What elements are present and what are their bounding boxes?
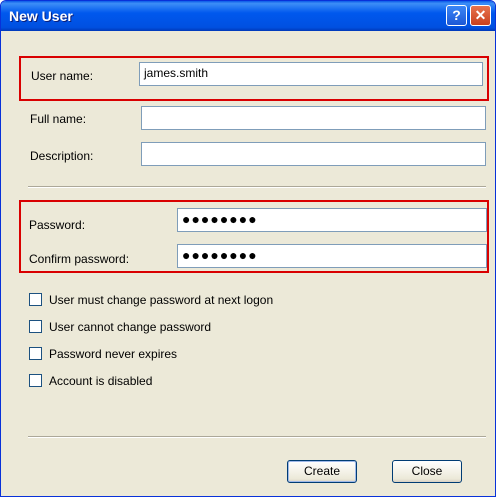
confirm-password-input[interactable]: ●●●●●●●● [177, 244, 487, 268]
close-button[interactable]: Close [392, 460, 462, 483]
must-change-password-checkbox[interactable] [29, 293, 42, 306]
account-disabled-checkbox[interactable] [29, 374, 42, 387]
full-name-label: Full name: [30, 112, 87, 126]
close-window-button[interactable]: ✕ [470, 5, 491, 26]
account-disabled-label: Account is disabled [49, 374, 153, 388]
title-bar[interactable]: New User ? ✕ [1, 1, 495, 31]
description-label: Description: [30, 149, 94, 163]
cannot-change-password-label: User cannot change password [49, 320, 212, 334]
dialog-title: New User [9, 8, 73, 24]
separator-bottom [28, 436, 486, 438]
password-never-expires-label: Password never expires [49, 347, 178, 361]
user-name-label: User name: [31, 69, 94, 83]
create-button[interactable]: Create [287, 460, 357, 483]
new-user-dialog: New User ? ✕ User name: james.smith Full… [0, 0, 496, 497]
help-button[interactable]: ? [446, 5, 467, 26]
close-icon: ✕ [474, 7, 487, 23]
confirm-password-label: Confirm password: [29, 252, 130, 266]
cannot-change-password-checkbox[interactable] [29, 320, 42, 333]
separator-top [28, 186, 486, 188]
full-name-input[interactable] [141, 106, 486, 130]
password-label: Password: [29, 218, 86, 232]
must-change-password-label: User must change password at next logon [49, 293, 274, 307]
description-input[interactable] [141, 142, 486, 166]
user-name-input[interactable]: james.smith [139, 62, 483, 86]
help-icon: ? [452, 7, 461, 23]
password-never-expires-checkbox[interactable] [29, 347, 42, 360]
password-input[interactable]: ●●●●●●●● [177, 208, 487, 232]
dialog-body: User name: james.smith Full name: Descri… [4, 31, 492, 493]
